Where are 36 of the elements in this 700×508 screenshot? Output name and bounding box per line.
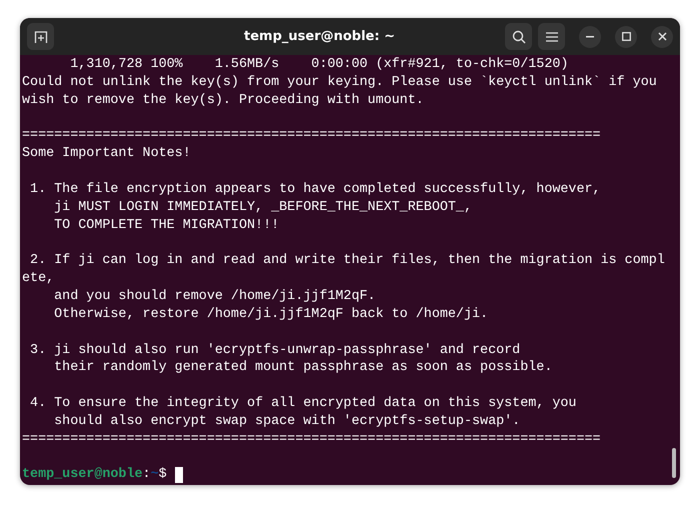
menu-icon (546, 32, 558, 42)
output-line: ete, (22, 270, 54, 288)
menu-button[interactable] (538, 23, 565, 50)
prompt-symbol: $ (158, 466, 167, 484)
output-line: Could not unlink the key(s) from your keying. Please use `keyctl unlink` if you (22, 74, 657, 92)
prompt-path: ~ (150, 466, 159, 484)
new-tab-button[interactable] (27, 23, 54, 50)
maximize-button[interactable] (615, 26, 637, 48)
output-line: 1,310,728 100% 1.56MB/s 0:00:00 (xfr#921, to-chk=0/1520) (69, 56, 568, 74)
search-icon (512, 30, 526, 44)
new-tab-icon (34, 30, 48, 44)
close-icon (658, 32, 666, 41)
close-button[interactable] (651, 26, 673, 48)
text-cursor (174, 467, 183, 484)
output-line: 4. To ensure the integrity of all encrypted data on this system, you (29, 395, 576, 413)
minimize-icon (586, 36, 594, 38)
output-line: ======================================================================== (22, 127, 601, 146)
output-line: Some Important Notes! (22, 145, 191, 164)
output-line: TO COMPLETE THE MIGRATION!!! (53, 216, 280, 234)
output-line: ji MUST LOGIN IMMEDIATELY, _BEFORE_THE_NEXT_REBOOT_, (53, 198, 472, 217)
search-button[interactable] (505, 23, 532, 50)
output-line: wish to remove the key(s). Proceeding with umount. (22, 92, 424, 110)
prompt-user-host: temp_user@noble (22, 466, 143, 484)
scrollbar[interactable] (672, 448, 676, 478)
prompt-separator: : (142, 466, 151, 484)
output-line: their randomly generated mount passphrase as soon as possible. (53, 359, 552, 378)
output-line: 3. ji should also run 'ecryptfs-unwrap-passphrase' and record (29, 342, 520, 360)
output-line: 1. The file encryption appears to have completed successfully, however, (29, 180, 601, 199)
output-line: and you should remove /home/ji.jjf1M2qF. (53, 288, 376, 306)
maximize-icon (622, 32, 630, 41)
minimize-button[interactable] (579, 26, 601, 48)
output-line: 2. If ji can log in and read and write their files, then the migration is compl (29, 252, 665, 270)
output-line: should also encrypt swap space with 'ecryptfs-setup-swap'. (53, 412, 520, 431)
window-title: temp_user@noble: ~ (243, 29, 396, 44)
output-line: ======================================================================== (22, 430, 601, 449)
output-line: Otherwise, restore /home/ji.jjf1M2qF back to /home/ji. (53, 306, 488, 324)
